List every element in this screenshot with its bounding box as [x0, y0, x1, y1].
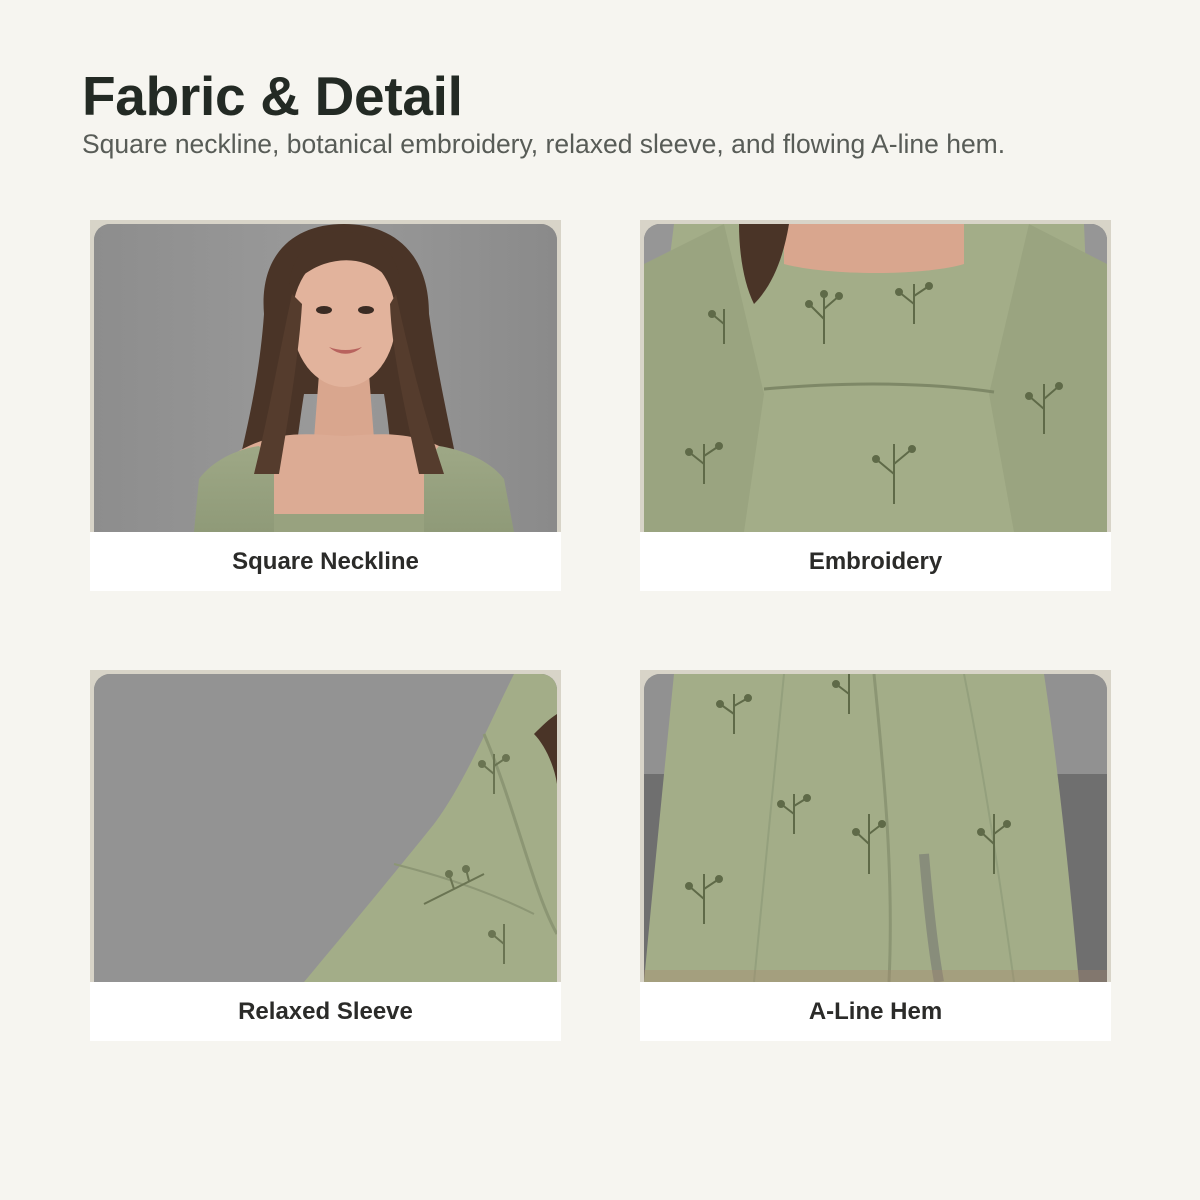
card-label: A-Line Hem [808, 997, 943, 1025]
detail-card-embroidery: Embroidery [640, 220, 1111, 591]
model-neckline-photo [94, 224, 557, 532]
detail-card-hem: A-Line Hem [640, 670, 1111, 1041]
header: Fabric & Detail Square neckline, botanic… [82, 64, 1162, 161]
detail-card-sleeve: Relaxed Sleeve [90, 670, 561, 1041]
sleeve-detail-photo [94, 674, 557, 982]
page-subtitle: Square neckline, botanical embroidery, r… [82, 129, 1006, 159]
photo-frame [90, 220, 561, 532]
photo-frame [640, 220, 1111, 532]
card-label: Embroidery [808, 547, 943, 575]
card-label: Square Neckline [232, 547, 419, 575]
skirt-hem-photo [644, 674, 1107, 982]
product-detail-page: Fabric & Detail Square neckline, botanic… [0, 0, 1200, 1200]
card-label: Relaxed Sleeve [238, 997, 413, 1025]
page-title: Fabric & Detail [82, 65, 463, 127]
photo-frame [90, 670, 561, 982]
bodice-embroidery-photo [644, 224, 1107, 532]
detail-card-neckline: Square Neckline [90, 220, 561, 591]
photo-frame [640, 670, 1111, 982]
